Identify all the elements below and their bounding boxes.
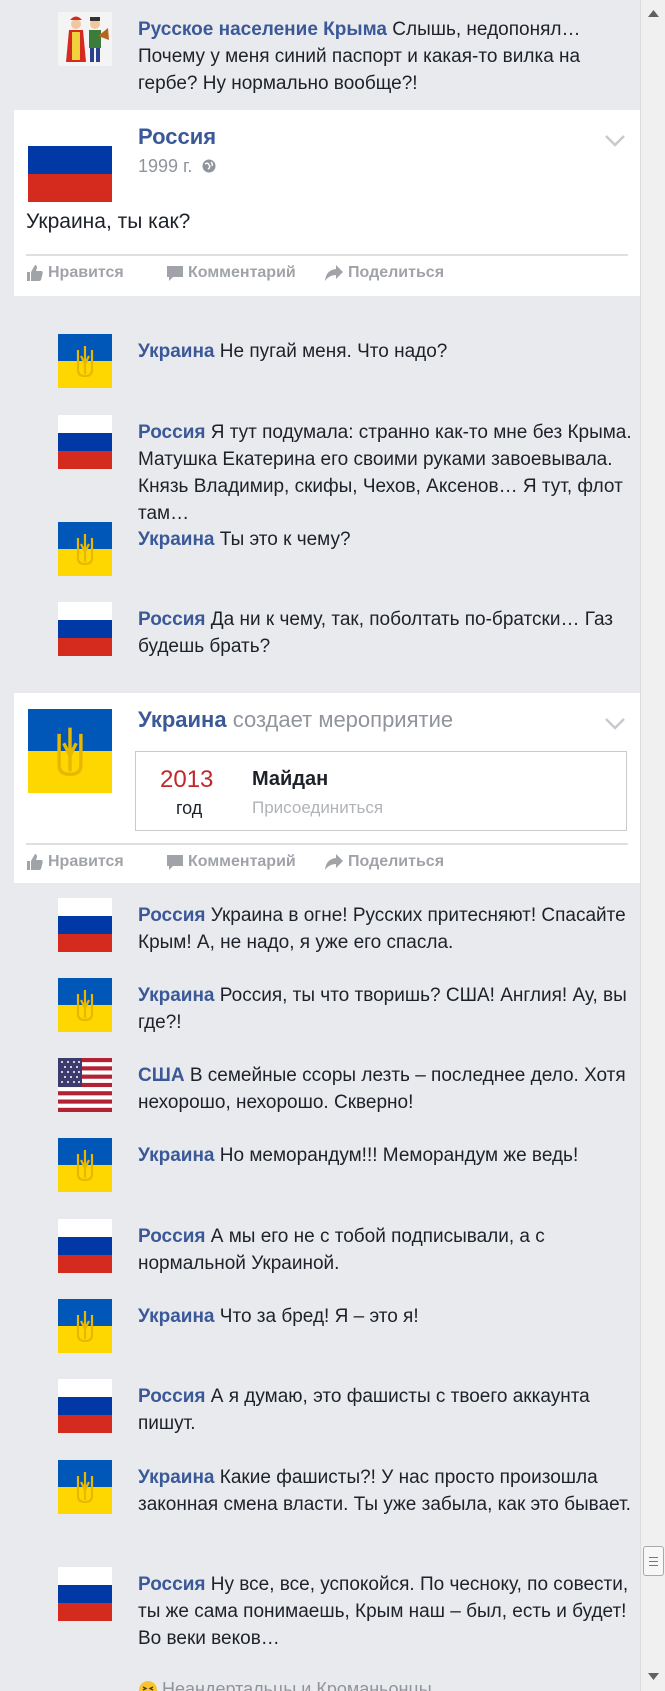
chevron-down-icon[interactable]	[604, 134, 626, 148]
globe-icon	[202, 159, 216, 173]
comment: Украина Какие фашисты?! У нас просто про…	[58, 1460, 638, 1515]
comment-author[interactable]: США	[138, 1065, 185, 1086]
crimea-population-avatar[interactable]	[58, 12, 112, 66]
scroll-up-arrow-icon[interactable]	[647, 8, 660, 18]
comment: Украина Что за бред! Я – это я!	[58, 1299, 638, 1353]
comment: Украина Ты это к чему?	[58, 522, 638, 576]
comment-author[interactable]: Россия	[138, 1386, 205, 1407]
comment: Украина Не пугай меня. Что надо?	[58, 334, 638, 388]
event-card[interactable]: 2013 год Майдан Присоединиться	[135, 751, 627, 831]
comment-text: Ты это к чему?	[219, 529, 351, 550]
speech-bubble-icon	[167, 266, 183, 281]
share-button[interactable]: Поделиться	[324, 853, 444, 871]
news-feed: Русское население Крыма Слышь, недопонял…	[0, 0, 640, 1691]
speech-bubble-icon	[167, 855, 183, 870]
comment-author[interactable]: Украина	[138, 985, 215, 1006]
comment-text: А я думаю, это фашисты с твоего аккаунта…	[138, 1386, 590, 1434]
comment-button[interactable]: Комментарий	[166, 264, 296, 282]
comment: Россия Я тут подумала: странно как-то мн…	[58, 415, 638, 524]
comment: Россия А я думаю, это фашисты с твоего а…	[58, 1379, 638, 1434]
comment: Россия Украина в огне! Русских притесняю…	[58, 898, 638, 953]
comment-author[interactable]: Украина	[138, 529, 215, 550]
post-meta: 1999 г.	[138, 156, 217, 177]
comment-author[interactable]: Россия	[138, 905, 205, 926]
comment-text: Не пугай меня. Что надо?	[219, 341, 448, 362]
comment-crimea-population: Русское население Крыма Слышь, недопонял…	[58, 12, 638, 94]
russia-avatar[interactable]	[58, 1567, 112, 1621]
like-button[interactable]: Нравится	[26, 264, 124, 282]
event-title[interactable]: Майдан	[252, 768, 328, 791]
comment: Россия Ну все, все, успокойся. По чеснок…	[58, 1567, 638, 1691]
comment: Россия А мы его не с тобой подписывали, …	[58, 1219, 638, 1274]
post-ukraine-event: Украина создает мероприятие 2013 год Май…	[14, 693, 640, 883]
thumbs-up-icon	[27, 265, 43, 281]
join-event-link[interactable]: Присоединиться	[252, 798, 383, 818]
post-divider	[26, 843, 628, 845]
comment: США В семейные ссоры лезть – последнее д…	[58, 1058, 638, 1113]
usa-avatar[interactable]	[58, 1058, 112, 1112]
comment-button[interactable]: Комментарий	[166, 853, 296, 871]
comment: Украина Но меморандум!!! Меморандум же в…	[58, 1138, 638, 1192]
like-button[interactable]: Нравится	[26, 853, 124, 871]
russia-avatar[interactable]	[58, 1219, 112, 1273]
comment: Украина Россия, ты что творишь? США! Анг…	[58, 978, 638, 1033]
ukraine-avatar[interactable]	[58, 978, 112, 1032]
scroll-down-arrow-icon[interactable]	[647, 1672, 660, 1682]
post-verb: создает мероприятие	[232, 707, 454, 732]
post-body: Украина, ты как?	[26, 210, 191, 233]
comment-author[interactable]: Русское население Крыма	[138, 19, 387, 40]
share-arrow-icon	[325, 265, 343, 281]
chevron-down-icon[interactable]	[604, 717, 626, 731]
comment-author[interactable]: Украина	[138, 1306, 215, 1327]
ukraine-avatar[interactable]	[58, 1299, 112, 1353]
reaction-label: Неандертальцы и Кроманьонцы	[162, 1679, 432, 1691]
comment-reaction[interactable]: Неандертальцы и Кроманьонцы	[138, 1679, 432, 1691]
post-actions: Нравится Комментарий Поделиться	[26, 847, 628, 881]
laughing-emoji-icon	[139, 1680, 157, 1691]
post-russia: Россия 1999 г. Украина, ты как? Нравится…	[14, 110, 640, 296]
post-actions: Нравится Комментарий Поделиться	[26, 258, 628, 292]
post-author[interactable]: Украина	[138, 707, 227, 732]
share-arrow-icon	[325, 854, 343, 870]
event-year: 2013	[160, 766, 214, 793]
vertical-scrollbar[interactable]	[640, 0, 665, 1691]
comment-author[interactable]: Россия	[138, 1226, 205, 1247]
comment-text: В семейные ссоры лезть – последнее дело.…	[138, 1065, 626, 1113]
comment-author[interactable]: Россия	[138, 609, 205, 630]
scrollbar-thumb[interactable]	[643, 1546, 664, 1576]
event-year-unit: год	[176, 798, 203, 818]
comment-text: Да ни к чему, так, поболтать по-братски……	[138, 609, 614, 657]
comment-author[interactable]: Украина	[138, 1467, 215, 1488]
russia-avatar[interactable]	[58, 602, 112, 656]
share-button[interactable]: Поделиться	[324, 264, 444, 282]
comment-text: Но меморандум!!! Меморандум же ведь!	[219, 1145, 579, 1166]
comment-author[interactable]: Россия	[138, 1574, 205, 1595]
comment-text: Украина в огне! Русских притесняют! Спас…	[138, 905, 626, 953]
russia-avatar[interactable]	[58, 415, 112, 469]
comment-author[interactable]: Украина	[138, 1145, 215, 1166]
comment-author[interactable]: Украина	[138, 341, 215, 362]
russia-avatar[interactable]	[58, 898, 112, 952]
comment-author[interactable]: Россия	[138, 422, 205, 443]
comment-text: Я тут подумала: странно как-то мне без К…	[138, 422, 632, 524]
comment-text: Что за бред! Я – это я!	[219, 1306, 419, 1327]
comment: Россия Да ни к чему, так, поболтать по-б…	[58, 602, 638, 657]
post-divider	[26, 254, 628, 256]
post-author[interactable]: Россия	[138, 124, 216, 150]
russia-avatar[interactable]	[28, 118, 112, 202]
post-date[interactable]: 1999 г.	[138, 156, 192, 176]
ukraine-avatar[interactable]	[28, 709, 112, 793]
ukraine-avatar[interactable]	[58, 1138, 112, 1192]
ukraine-avatar[interactable]	[58, 522, 112, 576]
comment-text: Ну все, все, успокойся. По чесноку, по с…	[138, 1574, 629, 1649]
thumbs-up-icon	[27, 854, 43, 870]
russia-avatar[interactable]	[58, 1379, 112, 1433]
ukraine-avatar[interactable]	[58, 334, 112, 388]
ukraine-avatar[interactable]	[58, 1460, 112, 1514]
